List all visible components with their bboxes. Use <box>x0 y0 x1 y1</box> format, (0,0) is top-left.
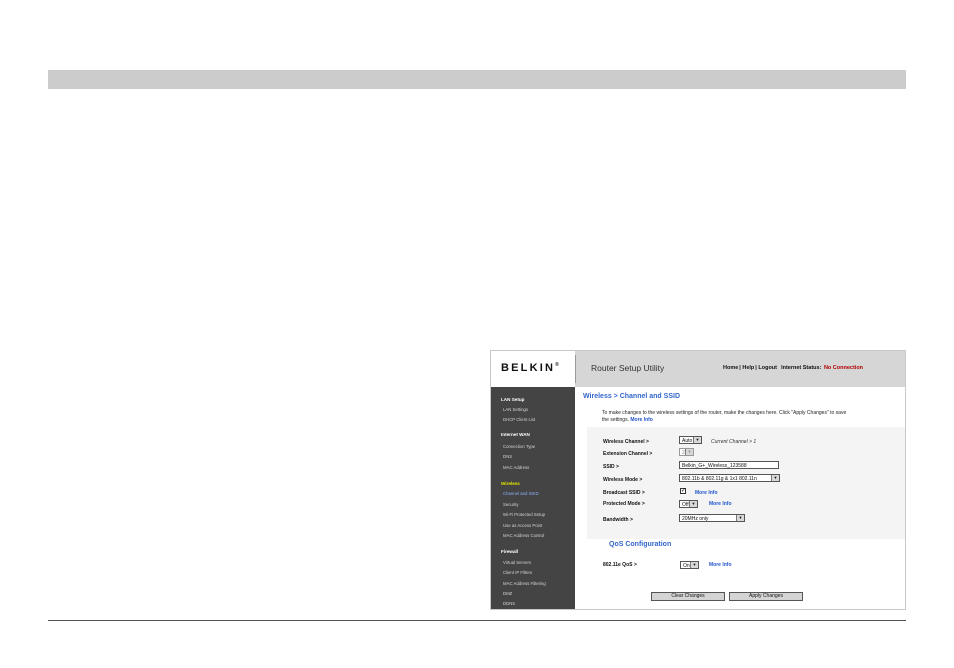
broadcast-more-info-link[interactable]: More Info <box>695 490 718 496</box>
home-link[interactable]: Home <box>723 365 738 371</box>
belkin-logo: BELKIN® <box>501 362 559 374</box>
chevron-down-icon: ▼ <box>736 515 744 521</box>
wireless-mode-select[interactable]: 802.11b & 802.11g & 1x1 802.11n ▼ <box>679 474 780 482</box>
sidebar-group-wan[interactable]: Internet WAN <box>501 432 530 437</box>
sidebar-item-channel-and-ssid[interactable]: Channel and SSID <box>503 491 539 496</box>
sidebar-group-firewall[interactable]: Firewall <box>501 549 518 554</box>
qos-select[interactable]: On ▼ <box>680 561 699 569</box>
chevron-down-icon: ▼ <box>771 475 779 481</box>
intro-more-info-link[interactable]: More Info <box>630 417 653 423</box>
sidebar-item-access-point[interactable]: Use as Access Point <box>503 523 542 528</box>
registered-mark: ® <box>555 362 559 368</box>
header-links: Home| Help| Logout Internet Status: No C… <box>723 365 864 371</box>
logo-text: BELKIN <box>501 362 556 374</box>
chevron-down-icon: ▼ <box>689 501 697 507</box>
extension-channel-select[interactable]: 2 ▼ <box>679 448 694 456</box>
sidebar-item-mac-address-control[interactable]: MAC Address Control <box>503 533 544 538</box>
protected-more-info-link[interactable]: More Info <box>709 501 732 507</box>
broadcast-ssid-checkbox[interactable]: ✓ <box>680 488 686 494</box>
ssid-input[interactable]: Belkin_G+_Wireless_123588 <box>679 461 779 469</box>
wireless-channel-label: Wireless Channel > <box>603 439 649 445</box>
sidebar-item-mac-address[interactable]: MAC Address <box>503 465 529 470</box>
clear-changes-button[interactable]: Clear Changes <box>651 592 725 601</box>
bandwidth-label: Bandwidth > <box>603 517 633 523</box>
page-header-bar <box>48 70 906 89</box>
protected-mode-select[interactable]: Off ▼ <box>679 500 698 508</box>
router-screenshot: BELKIN® Router Setup Utility Home| Help|… <box>490 350 906 610</box>
sidebar-item-dns[interactable]: DNS <box>503 454 512 459</box>
chevron-down-icon: ▼ <box>685 449 693 455</box>
wireless-mode-value: 802.11b & 802.11g & 1x1 802.11n <box>682 476 757 482</box>
help-link[interactable]: Help <box>742 365 754 371</box>
qos-value: On <box>683 563 690 569</box>
extension-channel-label: Extension Channel > <box>603 451 653 457</box>
main-content: Wireless > Channel and SSID To make chan… <box>575 387 905 609</box>
logo-area: BELKIN® <box>491 351 575 387</box>
qos-label: 802.11e QoS > <box>603 562 637 568</box>
sidebar-item-client-ip-filters[interactable]: Client IP Filters <box>503 570 532 575</box>
bandwidth-value: 20MHz only <box>682 516 709 522</box>
wireless-channel-value: Auto <box>682 438 693 444</box>
app-title: Router Setup Utility <box>591 363 665 373</box>
sidebar-item-ddns[interactable]: DDNS <box>503 601 515 606</box>
status-value: No Connection <box>823 365 864 371</box>
sidebar-group-lan[interactable]: LAN Setup <box>501 397 524 402</box>
wireless-channel-select[interactable]: Auto ▼ <box>679 436 702 444</box>
status-label: Internet Status: <box>781 365 822 371</box>
sidebar-item-dhcp-client-list[interactable]: DHCP Client List <box>503 417 535 422</box>
broadcast-ssid-label: Broadcast SSID > <box>603 490 645 496</box>
sidebar-item-security[interactable]: Security <box>503 502 519 507</box>
header-divider <box>575 355 576 383</box>
protected-mode-label: Protected Mode > <box>603 501 645 507</box>
chevron-down-icon: ▼ <box>693 437 701 443</box>
sidebar-nav: LAN Setup LAN Settings DHCP Client List … <box>491 387 575 609</box>
sidebar-item-virtual-servers[interactable]: Virtual Servers <box>503 560 531 565</box>
sidebar-item-mac-address-filtering[interactable]: MAC Address Filtering <box>503 581 546 586</box>
sidebar-item-connection-type[interactable]: Connection Type <box>503 444 535 449</box>
page-title: Wireless > Channel and SSID <box>583 393 680 400</box>
logout-link[interactable]: Logout <box>758 365 777 371</box>
page-footer-line <box>48 620 906 621</box>
chevron-down-icon: ▼ <box>690 562 698 568</box>
current-channel-text: Current Channel > 1 <box>711 439 757 445</box>
sidebar-group-wireless[interactable]: Wireless <box>501 481 520 486</box>
qos-more-info-link[interactable]: More Info <box>709 562 732 568</box>
bandwidth-select[interactable]: 20MHz only ▼ <box>679 514 745 522</box>
protected-mode-value: Off <box>682 502 689 508</box>
app-header: BELKIN® Router Setup Utility Home| Help|… <box>491 351 905 387</box>
qos-section-title: QoS Configuration <box>609 541 672 548</box>
sidebar-item-wps[interactable]: Wi-Fi Protected Setup <box>503 512 545 517</box>
wireless-mode-label: Wireless Mode > <box>603 477 643 483</box>
sidebar-item-lan-settings[interactable]: LAN Settings <box>503 407 528 412</box>
apply-changes-button[interactable]: Apply Changes <box>729 592 803 601</box>
ssid-label: SSID > <box>603 464 619 470</box>
sidebar-item-dmz[interactable]: DMZ <box>503 591 512 596</box>
intro-text: To make changes to the wireless settings… <box>602 410 852 424</box>
